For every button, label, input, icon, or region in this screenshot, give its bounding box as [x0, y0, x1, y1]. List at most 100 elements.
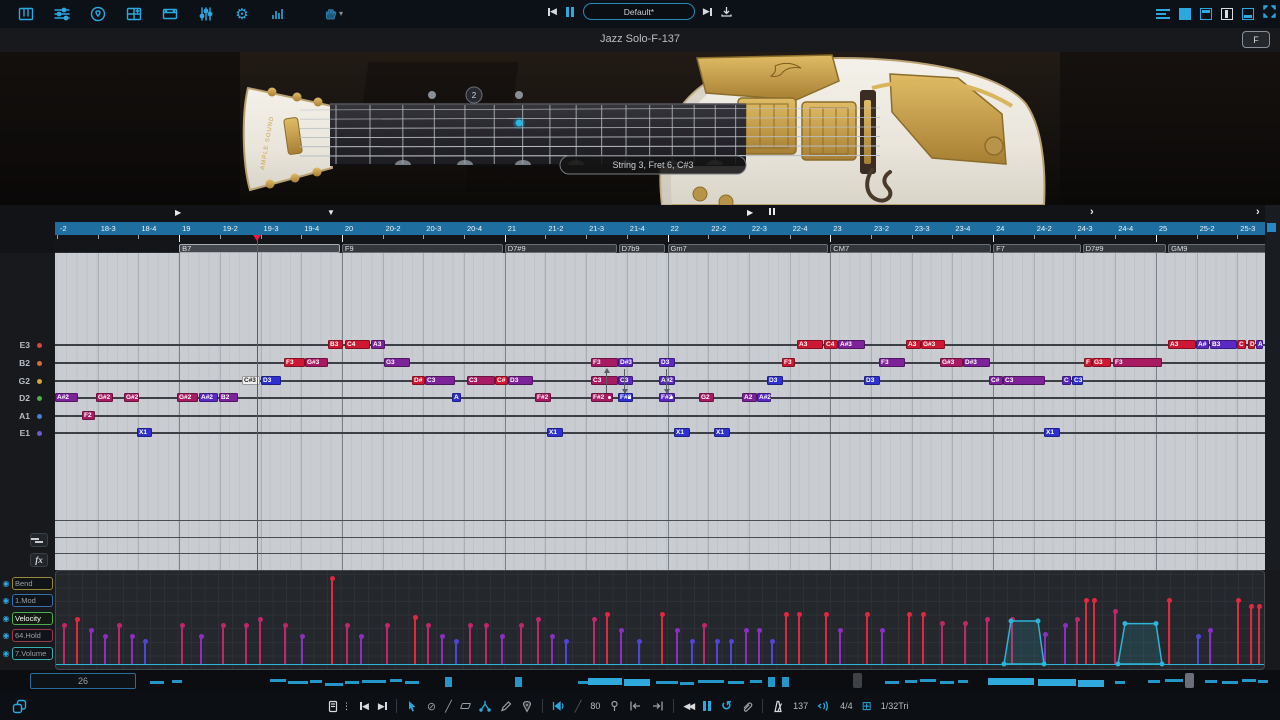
note-F[interactable]: F — [1084, 358, 1092, 367]
grid-snap-icon[interactable]: ⊞ — [862, 699, 872, 713]
save-download-button[interactable] — [720, 5, 733, 18]
ramp-icon[interactable]: ╱ — [575, 700, 582, 713]
note-C#[interactable]: C# — [495, 376, 508, 385]
chord-CM7[interactable]: CM7 — [830, 244, 991, 253]
note-A3[interactable]: A3 — [906, 340, 921, 349]
note-G2[interactable]: G2 — [699, 393, 714, 402]
chord-D7#9[interactable]: D7#9 — [1083, 244, 1166, 253]
note-D3[interactable]: D3 — [767, 376, 783, 385]
panel-full-icon[interactable] — [1179, 8, 1191, 20]
note-C4[interactable]: C4 — [345, 340, 370, 349]
eraser-tool[interactable] — [461, 703, 470, 709]
note-F3[interactable]: F3 — [879, 358, 905, 367]
loop-toggle[interactable]: ↺ — [721, 698, 732, 714]
overview-value-field[interactable]: 26 — [30, 673, 136, 689]
pause-button[interactable] — [702, 701, 712, 711]
note-A#2[interactable]: A#2 — [659, 376, 675, 385]
link-icon[interactable] — [12, 699, 27, 714]
note-C3[interactable]: C3 — [467, 376, 495, 385]
overview-scroll-handle[interactable] — [1185, 673, 1194, 688]
play-marker[interactable]: ▶ — [747, 208, 753, 217]
keyboard-icon[interactable] — [16, 4, 36, 24]
chord-F9[interactable]: F9 — [342, 244, 503, 253]
prev-note-button[interactable]: ◀ — [360, 701, 369, 712]
note-G#3[interactable]: G#3 — [940, 358, 963, 367]
transport-prev-button[interactable]: ◀ — [548, 6, 557, 17]
pen-tool[interactable] — [500, 700, 512, 712]
fx-icon[interactable]: fx — [30, 553, 48, 567]
note-C3[interactable]: C3 — [1072, 376, 1083, 385]
guitar-panel[interactable]: AMPLE SOUND — [0, 52, 1280, 205]
chord-F7[interactable]: F7 — [993, 244, 1081, 253]
loop-start-marker[interactable]: ▶ — [175, 208, 181, 217]
note-A[interactable]: A — [452, 393, 461, 402]
time-signature[interactable]: 4/4 — [840, 701, 853, 711]
audition-icon[interactable] — [552, 700, 566, 712]
note-C4[interactable]: C4 — [824, 340, 838, 349]
overview-strip[interactable]: 26 — [0, 670, 1280, 692]
note-B3[interactable]: B3 — [328, 340, 343, 349]
paperclip-icon[interactable] — [741, 700, 753, 713]
cursor-tool[interactable] — [406, 700, 418, 713]
eye-icon[interactable]: ◉ — [0, 631, 12, 640]
note-A3[interactable]: A3 — [371, 340, 385, 349]
note-C3[interactable]: C3 — [618, 376, 633, 385]
note-G#3[interactable]: G#3 — [305, 358, 328, 367]
chord-D7b9[interactable]: D7b9 — [619, 244, 666, 253]
note-X1[interactable]: X1 — [547, 428, 563, 437]
overview-scroll-handle[interactable] — [853, 673, 862, 688]
loop-end-marker[interactable]: › — [1090, 206, 1094, 218]
panel-top-icon[interactable] — [1200, 8, 1212, 20]
menu-icon[interactable] — [1156, 8, 1170, 20]
lane-label-Velocity[interactable]: Velocity — [12, 612, 53, 625]
note-A3[interactable]: A3 — [1168, 340, 1196, 349]
note-B3[interactable]: B3 — [1210, 340, 1237, 349]
transport-next-button[interactable]: ▶ — [703, 6, 712, 17]
playhead-marker[interactable] — [253, 235, 261, 241]
line-tool[interactable]: ╱ — [445, 700, 452, 713]
note-X1[interactable]: X1 — [674, 428, 690, 437]
note-A2[interactable]: A2 — [742, 393, 757, 402]
note-F#2[interactable]: F#2 — [591, 393, 613, 402]
note-A#2[interactable]: A#2 — [55, 393, 78, 402]
note-G3[interactable]: G3 — [384, 358, 410, 367]
event-list-icon[interactable]: ⋮ — [328, 700, 351, 713]
next-note-button[interactable]: ▶ — [378, 701, 387, 712]
chord-B7[interactable]: B7 — [179, 244, 340, 253]
chord-Gm7[interactable]: Gm7 — [668, 244, 829, 253]
note-C#[interactable]: C# — [989, 376, 1003, 385]
note-F2[interactable]: F2 — [82, 411, 95, 420]
note-A#[interactable]: A# — [1196, 340, 1209, 349]
note-G#2[interactable]: G#2 — [96, 393, 113, 402]
key-button[interactable]: F — [1242, 31, 1270, 48]
timeline-ticks[interactable] — [55, 235, 1265, 244]
note-F3[interactable]: F3 — [591, 358, 618, 367]
note-X1[interactable]: X1 — [1044, 428, 1060, 437]
matrix-icon[interactable] — [124, 4, 144, 24]
eye-icon[interactable]: ◉ — [0, 614, 12, 623]
note-C3[interactable]: C3 — [425, 376, 455, 385]
amp-icon[interactable] — [160, 4, 180, 24]
hand-drag-icon[interactable]: ▾ — [318, 4, 348, 24]
velocity-lane[interactable] — [55, 570, 1265, 670]
slide-tool-icon[interactable] — [30, 533, 48, 547]
note-A3[interactable]: A3 — [797, 340, 823, 349]
note-C[interactable]: C — [1237, 340, 1246, 349]
gear-icon[interactable]: ⚙ — [232, 4, 252, 24]
note-A#2[interactable]: A#2 — [757, 393, 771, 402]
note-G#2[interactable]: G#2 — [177, 393, 198, 402]
eye-icon[interactable]: ◉ — [0, 579, 12, 588]
pick-tool[interactable] — [521, 700, 533, 713]
grid-resolution[interactable]: 1/32Tri — [881, 701, 909, 711]
lane-label-1.Mod[interactable]: 1.Mod — [12, 594, 53, 607]
pause-marker[interactable] — [768, 208, 776, 217]
expand-icon[interactable] — [1263, 5, 1276, 23]
timeline-ruler[interactable]: -218-318-41919-219-319-42020-220-320-421… — [55, 222, 1265, 235]
settings-sliders-icon[interactable] — [196, 4, 216, 24]
panel-bottom-icon[interactable] — [1242, 8, 1254, 20]
lane-label-7.Volume[interactable]: 7.Volume — [12, 647, 53, 660]
note-G#2[interactable]: G#2 — [124, 393, 139, 402]
note-grid[interactable]: B3C4A3A3C4A#3A3G#3A3A#B3CDAF3G#3G3F3D#3D… — [55, 253, 1265, 570]
note-C#3[interactable]: C#3 — [242, 376, 260, 385]
scroll-right-marker[interactable]: › — [1256, 206, 1260, 218]
